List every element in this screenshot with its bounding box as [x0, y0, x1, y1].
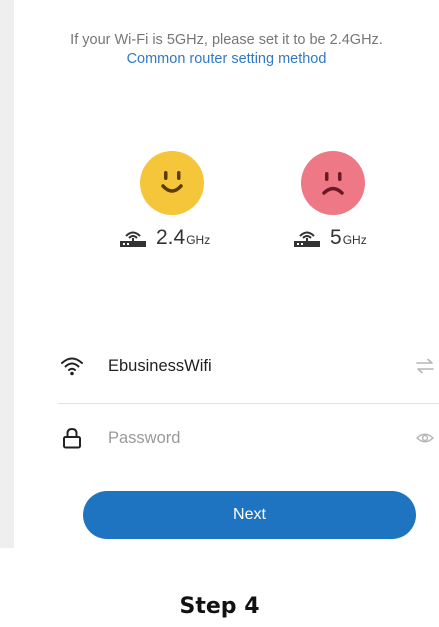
wifi-network-row[interactable]: EbusinessWifi [60, 346, 439, 386]
eye-icon[interactable] [415, 430, 435, 446]
step-caption: Step 4 [179, 594, 260, 619]
frequency-notice: If your Wi-Fi is 5GHz, please set it to … [70, 32, 383, 48]
router-icon [117, 228, 149, 248]
sad-face-icon [301, 151, 365, 215]
left-rail [0, 0, 14, 548]
band-5-unit: GHz [342, 233, 367, 247]
band-5-number: 5 [330, 226, 342, 249]
swap-arrows-icon[interactable] [415, 358, 435, 374]
band-2-4-unit: GHz [186, 233, 211, 247]
band-2-4ghz: 2.4 GHz [117, 226, 210, 250]
lock-icon [60, 427, 84, 449]
field-divider [58, 403, 439, 404]
router-setting-link[interactable]: Common router setting method [14, 50, 439, 68]
password-row [60, 418, 439, 458]
router-icon [291, 228, 323, 248]
wifi-ssid: EbusinessWifi [108, 357, 212, 375]
password-input[interactable] [108, 429, 358, 448]
wifi-icon [60, 355, 84, 377]
wifi-setup-screen: If your Wi-Fi is 5GHz, please set it to … [0, 0, 439, 627]
password-field-wrap [108, 428, 358, 448]
band-5ghz: 5 GHz [291, 226, 367, 250]
next-button[interactable]: Next [83, 491, 416, 539]
happy-face-icon [140, 151, 204, 215]
band-2-4-number: 2.4 [156, 226, 186, 249]
